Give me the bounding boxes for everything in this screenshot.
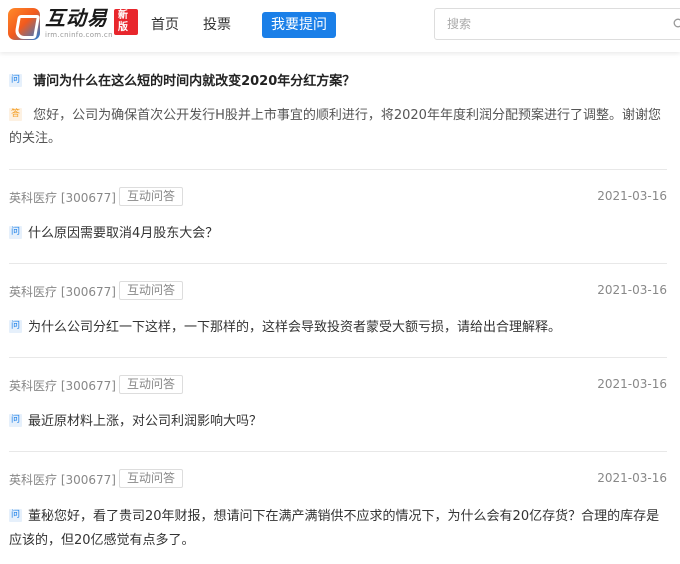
answer-tag: 答: [9, 108, 22, 121]
question-tag: 问: [9, 320, 22, 333]
ask-question-button[interactable]: 我要提问: [262, 12, 336, 38]
search-box[interactable]: 搜索: [434, 8, 680, 40]
nav-home[interactable]: 首页: [151, 15, 179, 35]
item-date: 2021-03-16: [597, 283, 667, 297]
logo-url: irm.cninfo.com.cn: [45, 31, 113, 39]
company-link[interactable]: 英科医疗 [300677]: [9, 377, 116, 394]
item-meta: 英科医疗 [300677] 互动问答 2021-03-16: [9, 281, 667, 301]
qa-detail: 问 请问为什么在这么短的时间内就改变2020年分红方案？ 答 您好，公司为确保首…: [9, 52, 667, 170]
company-link[interactable]: 英科医疗 [300677]: [9, 283, 116, 300]
item-date: 2021-03-16: [597, 471, 667, 485]
nav-vote[interactable]: 投票: [203, 15, 231, 35]
question-text[interactable]: 董秘您好，看了贵司20年财报，想请问下在满产满销供不应求的情况下，为什么会有20…: [9, 509, 659, 548]
question-tag: 问: [9, 226, 22, 239]
answer-text: 您好，公司为确保首次公开发行H股并上市事宜的顺利进行，将2020年年度利润分配预…: [9, 108, 661, 146]
list-item[interactable]: 英科医疗 [300677] 互动问答 2021-03-16 问什么原因需要取消4…: [9, 170, 667, 264]
question-row[interactable]: 问 请问为什么在这么短的时间内就改变2020年分红方案？: [9, 70, 355, 89]
type-badge: 互动问答: [119, 281, 184, 300]
question-tag: 问: [9, 509, 22, 522]
logo-text: 互动易: [45, 6, 108, 30]
item-meta: 英科医疗 [300677] 互动问答 2021-03-16: [9, 375, 667, 395]
item-date: 2021-03-16: [597, 377, 667, 391]
question-text[interactable]: 最近原材料上涨，对公司利润影响大吗？: [28, 414, 262, 429]
search-icon[interactable]: [673, 18, 680, 30]
search-input[interactable]: 搜索: [447, 16, 471, 32]
list-item[interactable]: 英科医疗 [300677] 互动问答 2021-03-16 问最近原材料上涨，对…: [9, 358, 667, 452]
top-header: 互动易 新版 irm.cninfo.com.cn 首页 投票 我要提问 搜索: [0, 0, 680, 52]
question-row[interactable]: 问什么原因需要取消4月股东大会？: [9, 222, 667, 241]
question-tag: 问: [9, 74, 22, 87]
item-date: 2021-03-16: [597, 189, 667, 203]
site-logo[interactable]: 互动易 新版 irm.cninfo.com.cn: [8, 6, 138, 42]
question-text[interactable]: 请问为什么在这么短的时间内就改变2020年分红方案？: [33, 74, 355, 89]
type-badge: 互动问答: [119, 187, 184, 206]
question-row[interactable]: 问最近原材料上涨，对公司利润影响大吗？: [9, 410, 667, 429]
qa-list: 问 请问为什么在这么短的时间内就改变2020年分红方案？ 答 您好，公司为确保首…: [9, 52, 667, 552]
question-row[interactable]: 问为什么公司分红一下这样，一下那样的，这样会导致投资者蒙受大额亏损，请给出合理解…: [9, 316, 667, 335]
type-badge: 互动问答: [119, 469, 184, 488]
question-tag: 问: [9, 414, 22, 427]
item-meta: 英科医疗 [300677] 互动问答 2021-03-16: [9, 469, 667, 489]
logo-icon: [8, 8, 40, 40]
answer-row: 答 您好，公司为确保首次公开发行H股并上市事宜的顺利进行，将2020年年度利润分…: [9, 104, 667, 150]
list-item[interactable]: 英科医疗 [300677] 互动问答 2021-03-16 问董秘您好，看了贵司…: [9, 452, 667, 552]
company-link[interactable]: 英科医疗 [300677]: [9, 189, 116, 206]
question-text[interactable]: 什么原因需要取消4月股东大会？: [28, 226, 218, 241]
new-version-badge: 新版: [114, 9, 138, 35]
question-row[interactable]: 问董秘您好，看了贵司20年财报，想请问下在满产满销供不应求的情况下，为什么会有2…: [9, 504, 667, 552]
company-link[interactable]: 英科医疗 [300677]: [9, 471, 116, 488]
item-meta: 英科医疗 [300677] 互动问答 2021-03-16: [9, 187, 667, 207]
type-badge: 互动问答: [119, 375, 184, 394]
question-text[interactable]: 为什么公司分红一下这样，一下那样的，这样会导致投资者蒙受大额亏损，请给出合理解释…: [28, 320, 561, 335]
list-item[interactable]: 英科医疗 [300677] 互动问答 2021-03-16 问为什么公司分红一下…: [9, 264, 667, 358]
